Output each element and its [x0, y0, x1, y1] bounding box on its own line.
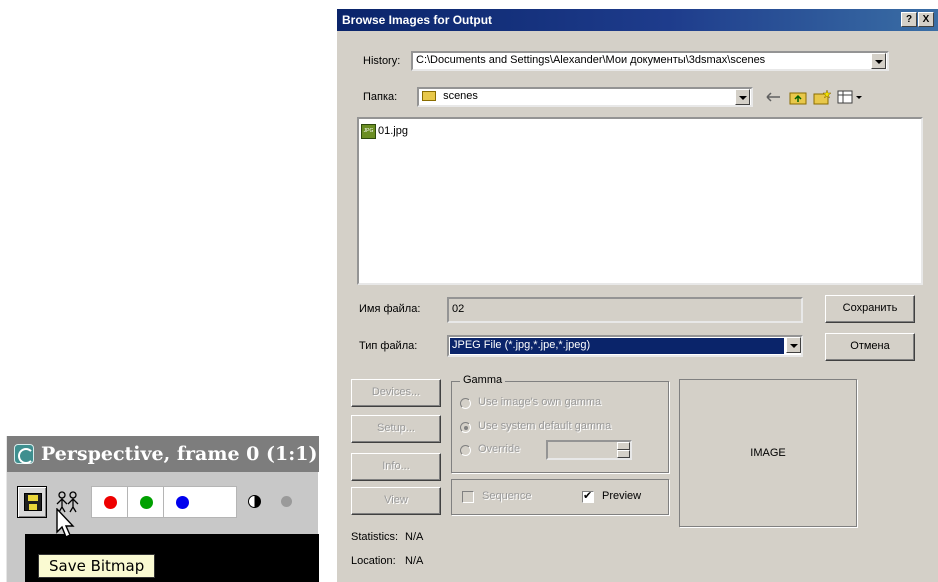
location-label: Location:: [351, 555, 396, 567]
override-gamma-label: Override: [478, 443, 521, 455]
cancel-button[interactable]: Отмена: [825, 333, 915, 361]
alpha-channel-icon: [281, 496, 292, 507]
folder-label: Папка:: [363, 91, 398, 103]
folder-dropdown[interactable]: scenes: [417, 87, 753, 107]
override-gamma-spinner[interactable]: [546, 440, 632, 460]
devices-button[interactable]: Devices...: [351, 379, 441, 407]
filename-input[interactable]: 02: [447, 297, 803, 323]
close-button[interactable]: X: [918, 12, 934, 27]
view-menu-icon[interactable]: [837, 89, 863, 105]
override-gamma-radio[interactable]: [460, 445, 471, 456]
spinner-up-icon[interactable]: [617, 442, 630, 450]
filename-value: 02: [452, 303, 465, 315]
sequence-label: Sequence: [482, 490, 532, 502]
system-gamma-label: Use system default gamma: [478, 420, 612, 432]
filetype-label: Тип файла:: [359, 340, 418, 352]
jpeg-file-icon: JPG: [361, 123, 376, 139]
sequence-preview-group: Sequence Preview: [451, 479, 669, 515]
save-button[interactable]: Сохранить: [825, 295, 915, 323]
3dsmax-app-icon: [14, 444, 34, 464]
back-arrow-icon[interactable]: [765, 89, 783, 105]
image-preview-panel: IMAGE: [679, 379, 857, 527]
dialog-title: Browse Images for Output: [342, 13, 493, 27]
statistics-value: N/A: [405, 531, 424, 543]
history-value: C:\Documents and Settings\Alexander\Мои …: [416, 54, 766, 66]
sequence-checkbox[interactable]: [462, 491, 474, 503]
channel-toggle-group: [91, 486, 237, 518]
info-button[interactable]: Info...: [351, 453, 441, 481]
preview-checkbox[interactable]: [582, 489, 594, 503]
view-button[interactable]: View: [351, 487, 441, 515]
filetype-value: JPEG File (*.jpg,*.jpe,*.jpeg): [450, 338, 784, 354]
blue-channel-icon: [176, 496, 189, 509]
save-bitmap-button[interactable]: [17, 486, 47, 518]
system-gamma-radio[interactable]: [460, 422, 471, 433]
monochrome-button[interactable]: [243, 486, 267, 518]
mouse-cursor-icon: [56, 508, 75, 538]
green-channel-button[interactable]: [128, 487, 164, 517]
history-label: History:: [363, 55, 401, 67]
red-channel-icon: [104, 496, 117, 509]
help-button[interactable]: ?: [901, 12, 917, 27]
up-folder-icon[interactable]: [789, 89, 807, 105]
frame-window-toolbar: [7, 482, 319, 526]
file-item[interactable]: JPG 01.jpg: [361, 123, 408, 139]
setup-button[interactable]: Setup...: [351, 415, 441, 443]
gamma-group: Gamma Use image's own gamma Use system d…: [451, 374, 669, 473]
new-folder-icon[interactable]: [813, 89, 831, 105]
location-value: N/A: [405, 555, 424, 567]
floppy-disk-icon: [24, 493, 42, 511]
image-preview-label: IMAGE: [750, 447, 786, 459]
spinner-down-icon[interactable]: [617, 450, 630, 458]
filetype-dropdown-arrow-icon[interactable]: [786, 337, 801, 353]
dialog-titlebar: Browse Images for Output ? X: [337, 9, 938, 31]
history-dropdown[interactable]: C:\Documents and Settings\Alexander\Мои …: [411, 51, 889, 71]
green-channel-icon: [140, 496, 153, 509]
frame-window-titlebar: Perspective, frame 0 (1:1): [7, 436, 319, 472]
own-gamma-label: Use image's own gamma: [478, 396, 602, 408]
file-list[interactable]: JPG 01.jpg: [357, 117, 923, 285]
folder-dropdown-arrow-icon[interactable]: [735, 89, 750, 105]
folder-value: scenes: [443, 90, 478, 102]
browse-images-dialog: Browse Images for Output ? X History: C:…: [336, 8, 938, 582]
own-gamma-radio[interactable]: [460, 398, 471, 409]
folder-icon: [422, 91, 436, 102]
gamma-group-title: Gamma: [460, 374, 506, 386]
filename-label: Имя файла:: [359, 303, 421, 315]
file-item-name: 01.jpg: [378, 125, 408, 137]
save-bitmap-tooltip: Save Bitmap: [38, 554, 156, 578]
blue-channel-button[interactable]: [164, 487, 200, 517]
frame-window-title: Perspective, frame 0 (1:1): [41, 443, 318, 465]
history-dropdown-arrow-icon[interactable]: [871, 53, 886, 69]
statistics-label: Statistics:: [351, 531, 399, 543]
filetype-select[interactable]: JPEG File (*.jpg,*.jpe,*.jpeg): [447, 335, 803, 357]
alpha-channel-button[interactable]: [275, 486, 299, 518]
preview-label: Preview: [602, 490, 642, 502]
red-channel-button[interactable]: [92, 487, 128, 517]
monochrome-icon: [248, 495, 261, 508]
